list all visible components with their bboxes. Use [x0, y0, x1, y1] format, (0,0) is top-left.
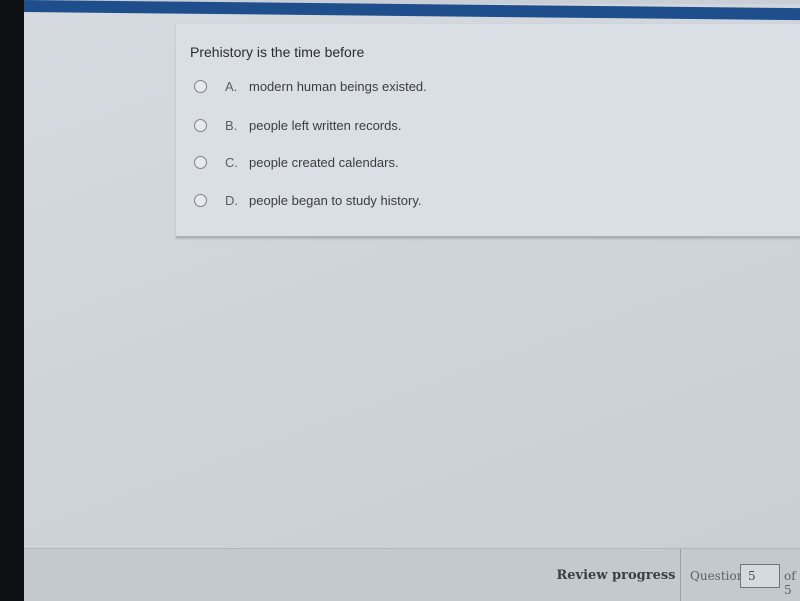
option-text: modern human beings existed.: [249, 79, 427, 94]
option-letter: D.: [225, 193, 238, 208]
option-a[interactable]: A. modern human beings existed.: [194, 79, 427, 94]
option-b[interactable]: B. people left written records.: [194, 118, 401, 133]
footer-bar: Review progress Question of 5: [24, 548, 800, 601]
radio-button-icon[interactable]: [194, 156, 207, 169]
question-label: Question: [690, 569, 745, 583]
option-d[interactable]: D. people began to study history.: [194, 193, 422, 208]
question-card: Prehistory is the time before A. modern …: [176, 24, 800, 238]
question-text: Prehistory is the time before: [190, 44, 365, 60]
radio-button-icon[interactable]: [194, 80, 207, 93]
radio-button-icon[interactable]: [194, 119, 207, 132]
option-text: people left written records.: [249, 118, 402, 133]
screen: Prehistory is the time before A. modern …: [24, 0, 800, 600]
option-text: people created calendars.: [249, 155, 399, 170]
review-progress-button[interactable]: Review progress: [552, 549, 681, 601]
option-letter: C.: [225, 155, 238, 170]
question-total-label: of 5: [784, 569, 796, 597]
question-number-input[interactable]: [740, 564, 780, 588]
option-letter: A.: [225, 79, 238, 94]
option-letter: B.: [225, 118, 238, 133]
option-text: people began to study history.: [249, 193, 422, 208]
option-c[interactable]: C. people created calendars.: [194, 155, 399, 170]
radio-button-icon[interactable]: [194, 194, 207, 207]
